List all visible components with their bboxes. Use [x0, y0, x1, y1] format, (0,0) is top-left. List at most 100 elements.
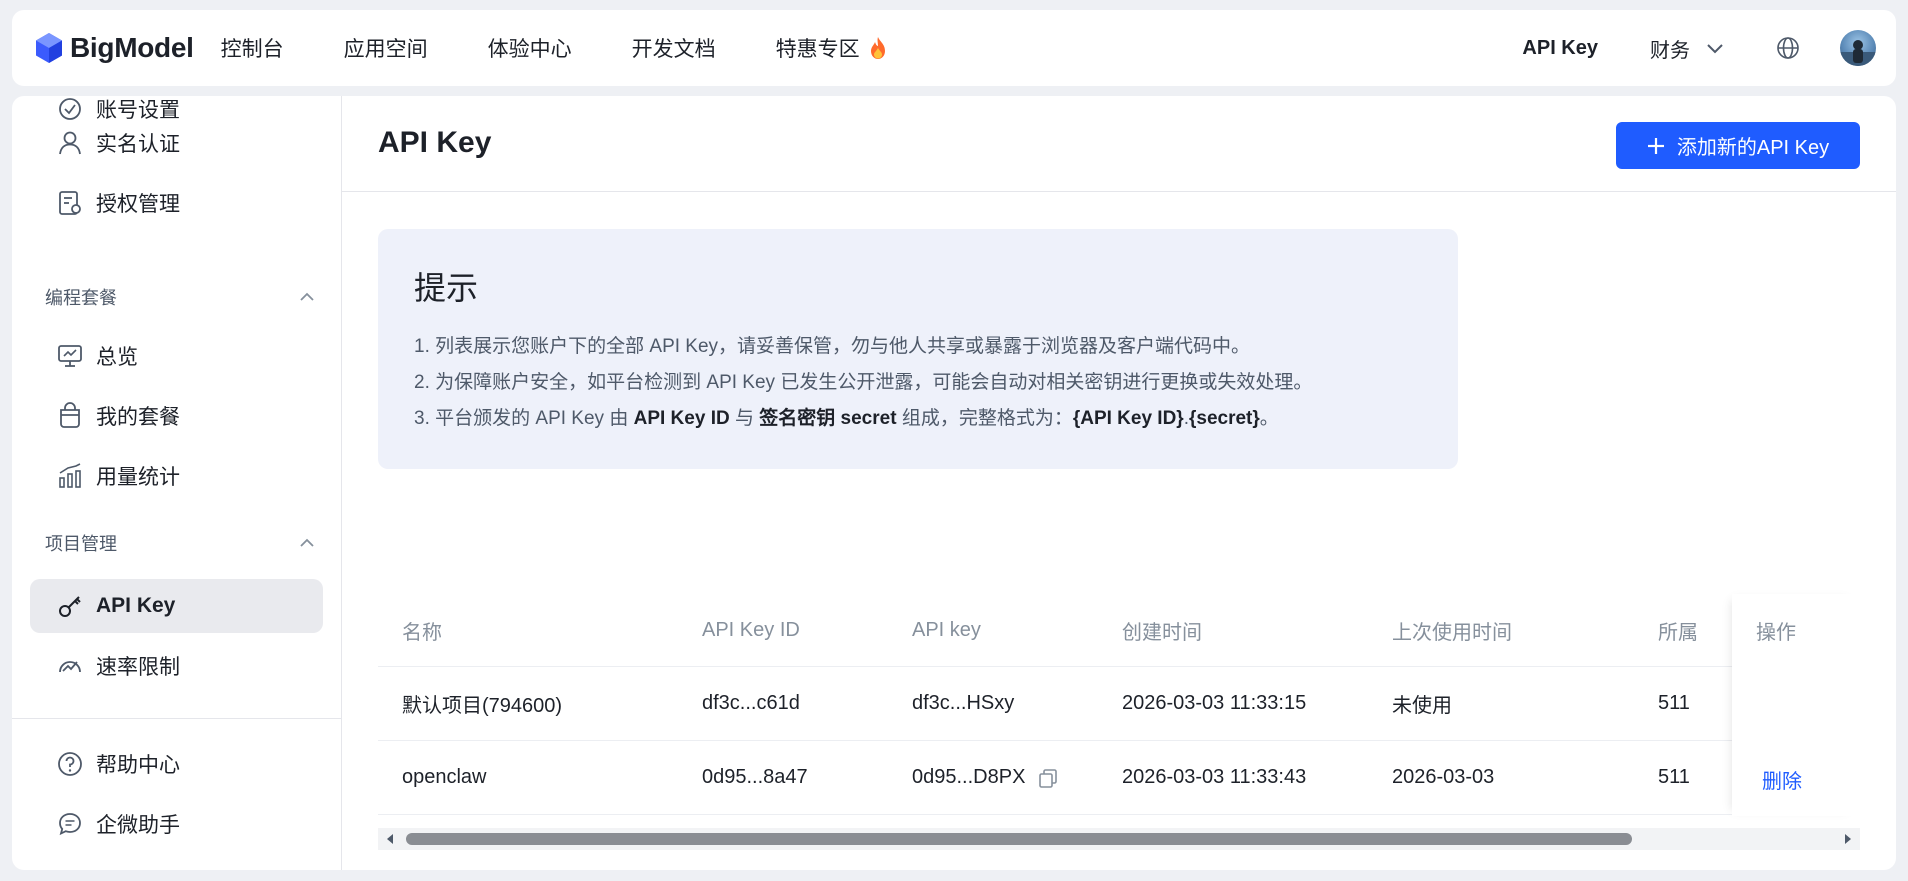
cell-last-used: 2026-03-03: [1392, 766, 1495, 788]
user-icon: [59, 131, 81, 155]
column-header-name: 名称: [402, 621, 442, 644]
page-header: API Key 添加新的API Key: [342, 96, 1896, 192]
cell-key: df3c...HSxy: [912, 692, 1015, 714]
tip-title: 提示: [414, 270, 479, 306]
main-content: API Key 添加新的API Key 提示 1. 列表展示您账户下的全部 AP…: [342, 96, 1896, 870]
avatar-image: [1840, 40, 1876, 66]
sidebar-item-label: 速率限制: [96, 656, 180, 679]
cell-name: 默认项目(794600): [402, 695, 563, 717]
sidebar-item-usage-stats[interactable]: 用量统计: [30, 449, 323, 503]
rate-limit-icon: [59, 661, 81, 673]
cell-name: openclaw: [402, 766, 487, 788]
sidebar-item-label: 用量统计: [96, 466, 180, 489]
sidebar-item-overview[interactable]: 总览: [30, 329, 323, 383]
table-row: openclaw 0d95...8a47 0d95...D8PX 2026-03…: [378, 741, 1860, 815]
sidebar-item-help-center[interactable]: 帮助中心: [30, 737, 323, 791]
scroll-right-arrow-icon[interactable]: [1842, 833, 1854, 845]
tip-bold-format-secret: {secret}: [1188, 408, 1260, 429]
sidebar-item-rate-limit[interactable]: 速率限制: [30, 639, 323, 693]
chat-icon: [59, 813, 81, 836]
sidebar-item-my-package[interactable]: 我的套餐: [30, 389, 323, 443]
tip-text: 组成，完整格式为：: [896, 408, 1073, 429]
sidebar-item-label: API Key: [96, 594, 176, 617]
nav-api-key[interactable]: API Key: [1522, 37, 1598, 60]
scrollbar-thumb[interactable]: [406, 833, 1632, 845]
column-header-key-id: API Key ID: [702, 618, 800, 641]
bigmodel-logo-icon: [36, 33, 62, 63]
copy-icon[interactable]: [1037, 767, 1059, 789]
sidebar-item-label: 授权管理: [96, 193, 180, 216]
cell-created: 2026-03-03 11:33:15: [1122, 692, 1307, 714]
cell-key-id: df3c...c61d: [702, 692, 800, 714]
column-header-created: 创建时间: [1122, 621, 1202, 644]
sidebar-group-label: 编程套餐: [45, 288, 117, 308]
nav-dev-docs[interactable]: 开发文档: [632, 33, 716, 63]
sidebar-item-api-key[interactable]: API Key: [30, 579, 323, 633]
api-key-table: 名称 API Key ID API key 创建时间 上次使用时间 所属 默认项…: [378, 594, 1860, 816]
flame-icon: [870, 37, 885, 59]
sidebar-item-real-name[interactable]: 实名认证: [30, 116, 323, 170]
sidebar-divider: [12, 718, 341, 719]
chevron-up-icon: [300, 538, 314, 547]
main-nav: 控制台 应用空间 体验中心 开发文档 特惠专区: [221, 33, 948, 63]
tip-text: 。: [1259, 408, 1279, 429]
globe-icon[interactable]: [1776, 36, 1800, 60]
user-avatar[interactable]: [1840, 30, 1876, 66]
nav-console[interactable]: 控制台: [221, 33, 284, 63]
cell-key-value: 0d95...D8PX: [912, 766, 1026, 788]
sidebar-item-authorization[interactable]: 授权管理: [30, 176, 323, 230]
column-header-key: API key: [912, 618, 981, 641]
tip-box: 提示 1. 列表展示您账户下的全部 API Key，请妥善保管，勿与他人共享或暴…: [378, 229, 1458, 469]
scroll-left-arrow-icon[interactable]: [384, 833, 396, 845]
sidebar-item-wecom-assistant[interactable]: 企微助手: [30, 797, 323, 851]
nav-special-offers[interactable]: 特惠专区: [776, 33, 888, 63]
horizontal-scrollbar[interactable]: [378, 828, 1860, 850]
tip-line-3: 3. 平台颁发的 API Key 由 API Key ID 与 签名密钥 sec…: [414, 401, 1422, 437]
sidebar-item-label: 总览: [96, 346, 138, 369]
tip-bold-format-id: {API Key ID}: [1072, 408, 1184, 429]
sidebar-group-coding-plan[interactable]: 编程套餐: [45, 284, 315, 310]
column-header-last-used: 上次使用时间: [1392, 621, 1512, 644]
page-title: API Key: [378, 126, 492, 159]
top-navigation-bar: BigModel 控制台 应用空间 体验中心 开发文档 特惠专区 API Key…: [12, 10, 1896, 86]
chevron-up-icon: [300, 292, 314, 301]
cell-created: 2026-03-03 11:33:43: [1122, 766, 1307, 788]
tip-text: 与: [729, 408, 760, 429]
bigmodel-logo[interactable]: BigModel: [34, 32, 194, 64]
tip-bold-api-key-id: API Key ID: [633, 408, 730, 429]
sidebar: 账号设置 实名认证 授权管理 编程套餐 总览 我的套餐 用量统计 项目管理 AP…: [12, 96, 342, 870]
topbar-right: API Key 财务: [1522, 30, 1896, 66]
sidebar-item-label: 企微助手: [96, 814, 180, 837]
package-icon: [60, 402, 80, 428]
finance-label: 财务: [1650, 39, 1690, 62]
sidebar-item-label: 实名认证: [96, 133, 180, 156]
key-icon: [59, 596, 81, 617]
table-row: 默认项目(794600) df3c...c61d df3c...HSxy 202…: [378, 667, 1860, 741]
operations-column: 操作 删除: [1732, 594, 1860, 816]
help-icon: [58, 752, 82, 776]
cell-owner: 511: [1658, 766, 1690, 788]
sidebar-group-project-management[interactable]: 项目管理: [45, 530, 315, 556]
add-api-key-label: 添加新的API Key: [1676, 137, 1830, 159]
column-header-owner: 所属: [1658, 621, 1698, 644]
sidebar-item-label: 帮助中心: [96, 754, 180, 777]
nav-experience-center[interactable]: 体验中心: [488, 33, 572, 63]
monitor-icon: [58, 345, 82, 367]
sidebar-item-label: 我的套餐: [96, 406, 180, 429]
chevron-down-icon: [1707, 44, 1723, 54]
cell-key: 0d95...D8PX: [912, 741, 1059, 814]
tip-line-2: 2. 为保障账户安全，如平台检测到 API Key 已发生公开泄露，可能会自动对…: [414, 372, 1313, 393]
nav-app-space[interactable]: 应用空间: [344, 33, 428, 63]
sidebar-group-label: 项目管理: [45, 534, 117, 554]
cell-last-used: 未使用: [1392, 695, 1452, 717]
delete-link[interactable]: 删除: [1762, 742, 1802, 816]
bar-chart-icon: [59, 463, 81, 488]
plus-icon: [1647, 137, 1664, 154]
tip-line-1: 1. 列表展示您账户下的全部 API Key，请妥善保管，勿与他人共享或暴露于浏…: [414, 336, 1251, 357]
cell-key-id: 0d95...8a47: [702, 766, 808, 788]
tip-text: 3. 平台颁发的 API Key 由: [414, 408, 634, 429]
add-api-key-button[interactable]: 添加新的API Key: [1616, 122, 1860, 169]
table-header-row: 名称 API Key ID API key 创建时间 上次使用时间 所属: [378, 594, 1860, 667]
brand-name: BigModel: [70, 32, 194, 63]
finance-dropdown[interactable]: 财务: [1650, 34, 1724, 63]
